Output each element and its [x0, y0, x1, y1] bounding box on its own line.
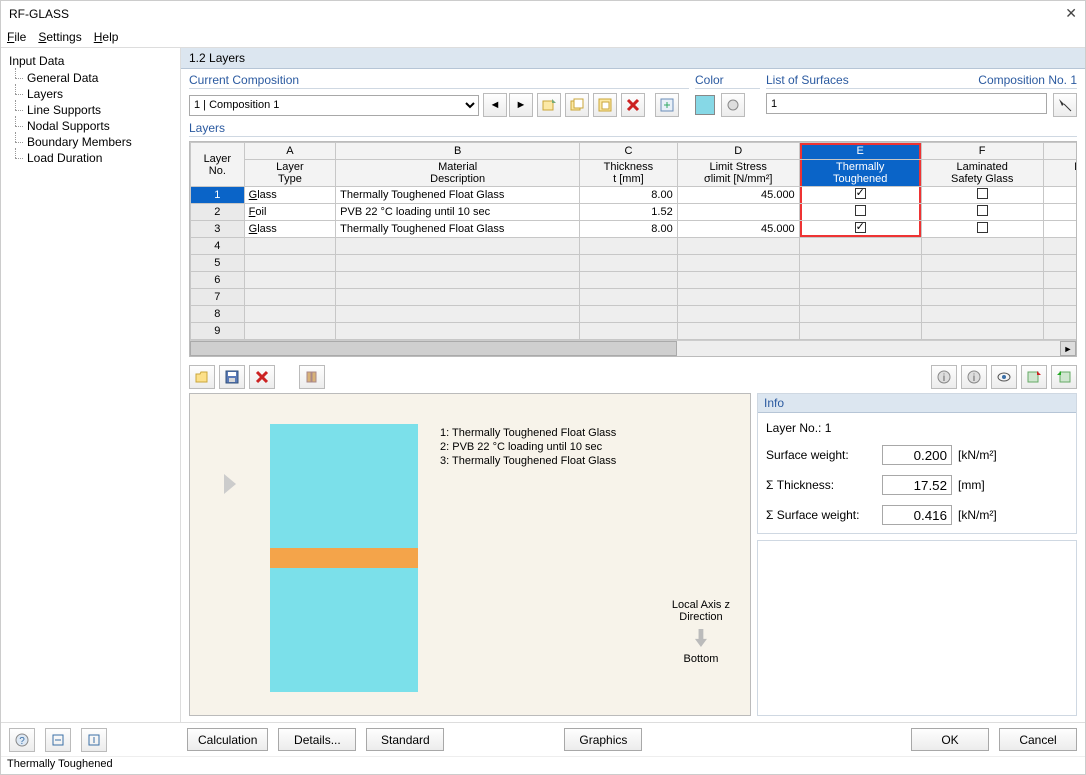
rf-glass-window: RF-GLASS ✕ File Settings Help Input Data… — [0, 0, 1086, 775]
color-swatch[interactable] — [695, 95, 715, 115]
tree-root[interactable]: Input Data — [5, 52, 176, 70]
titlebar: RF-GLASS ✕ — [1, 1, 1085, 26]
axis-label: Local Axis z Direction Bottom — [672, 599, 730, 665]
status-bar: Thermally Toughened — [1, 756, 1085, 774]
svg-text:i: i — [973, 373, 975, 384]
horizontal-scrollbar[interactable]: ◄► — [190, 340, 1076, 356]
calculation-button[interactable]: Calculation — [187, 728, 268, 751]
tree-item-5[interactable]: Load Duration — [13, 150, 176, 166]
standard-button[interactable]: Standard — [366, 728, 444, 751]
cancel-button[interactable]: Cancel — [999, 728, 1077, 751]
info-header: Info — [758, 394, 1076, 413]
ok-button[interactable]: OK — [911, 728, 989, 751]
footer-bar: ? Calculation Details... Standard Graphi… — [1, 722, 1085, 756]
units-left-icon[interactable] — [45, 728, 71, 752]
preview-layer-3 — [270, 568, 418, 692]
menu-settings[interactable]: Settings — [38, 30, 81, 44]
new-composition-icon[interactable] — [537, 93, 561, 117]
info-secondary-panel — [757, 540, 1077, 716]
checkbox[interactable] — [855, 188, 866, 199]
color-label: Color — [695, 73, 760, 89]
menubar: File Settings Help — [1, 26, 1085, 48]
expand-arrow-icon[interactable] — [224, 474, 236, 494]
checkbox[interactable] — [855, 222, 866, 233]
window-title: RF-GLASS — [9, 7, 69, 21]
preview-label: 2: PVB 22 °C loading until 10 sec — [440, 440, 616, 454]
tree-item-3[interactable]: Nodal Supports — [13, 118, 176, 134]
tree-item-2[interactable]: Line Supports — [13, 102, 176, 118]
library-icon[interactable] — [299, 365, 325, 389]
tree-item-0[interactable]: General Data — [13, 70, 176, 86]
details-button[interactable]: Details... — [278, 728, 356, 751]
export-icon[interactable] — [1021, 365, 1047, 389]
help-icon[interactable]: ? — [9, 728, 35, 752]
composition-list-icon[interactable] — [593, 93, 617, 117]
checkbox[interactable] — [977, 188, 988, 199]
arrow-down-icon — [695, 629, 707, 647]
tree-item-4[interactable]: Boundary Members — [13, 134, 176, 150]
layers-grid[interactable]: LayerNo.ABCDEFGHLayerTypeMaterialDescrip… — [189, 141, 1077, 357]
sum-thickness-field — [882, 475, 952, 495]
view-icon[interactable] — [991, 365, 1017, 389]
checkbox[interactable] — [855, 205, 866, 216]
svg-text:?: ? — [19, 736, 25, 747]
info2-icon[interactable]: i — [961, 365, 987, 389]
layer-preview: 1: Thermally Toughened Float Glass2: PVB… — [189, 393, 751, 716]
preview-label: 1: Thermally Toughened Float Glass — [440, 426, 616, 440]
color-pick-icon[interactable] — [721, 93, 745, 117]
preview-layer-1 — [270, 424, 418, 548]
surface-weight-label: Surface weight: — [766, 448, 876, 462]
preview-layer-2 — [270, 548, 418, 568]
close-icon[interactable]: ✕ — [1065, 5, 1077, 22]
graphics-button[interactable]: Graphics — [564, 728, 642, 751]
surface-weight-field — [882, 445, 952, 465]
save-icon[interactable] — [219, 365, 245, 389]
copy-composition-icon[interactable] — [565, 93, 589, 117]
info-layer-no: Layer No.: 1 — [766, 421, 1068, 435]
composition-no-label: Composition No. 1 — [978, 73, 1077, 87]
checkbox[interactable] — [977, 222, 988, 233]
panel-title: 1.2 Layers — [181, 48, 1085, 69]
sidebar-tree: Input Data General DataLayersLine Suppor… — [1, 48, 181, 722]
open-icon[interactable] — [189, 365, 215, 389]
svg-text:i: i — [943, 373, 945, 384]
surfaces-input[interactable] — [766, 93, 1047, 114]
preview-label: 3: Thermally Toughened Float Glass — [440, 454, 616, 468]
menu-file[interactable]: File — [7, 30, 26, 44]
current-composition-label: Current Composition — [189, 73, 689, 89]
layers-label: Layers — [189, 121, 1077, 137]
composition-select[interactable]: 1 | Composition 1 — [189, 95, 479, 116]
import-icon[interactable] — [1051, 365, 1077, 389]
next-composition-button[interactable]: ► — [509, 93, 533, 117]
menu-help[interactable]: Help — [94, 30, 119, 44]
delete-row-icon[interactable] — [249, 365, 275, 389]
pick-surfaces-icon[interactable] — [1053, 93, 1077, 117]
surfaces-label: List of Surfaces — [766, 73, 849, 87]
delete-composition-icon[interactable] — [621, 93, 645, 117]
prev-composition-button[interactable]: ◄ — [483, 93, 507, 117]
composition-options-icon[interactable] — [655, 93, 679, 117]
tree-item-1[interactable]: Layers — [13, 86, 176, 102]
sum-surface-weight-field — [882, 505, 952, 525]
sum-surface-weight-label: Σ Surface weight: — [766, 508, 876, 522]
sum-thickness-label: Σ Thickness: — [766, 478, 876, 492]
units-right-icon[interactable] — [81, 728, 107, 752]
checkbox[interactable] — [977, 205, 988, 216]
info-icon[interactable]: i — [931, 365, 957, 389]
